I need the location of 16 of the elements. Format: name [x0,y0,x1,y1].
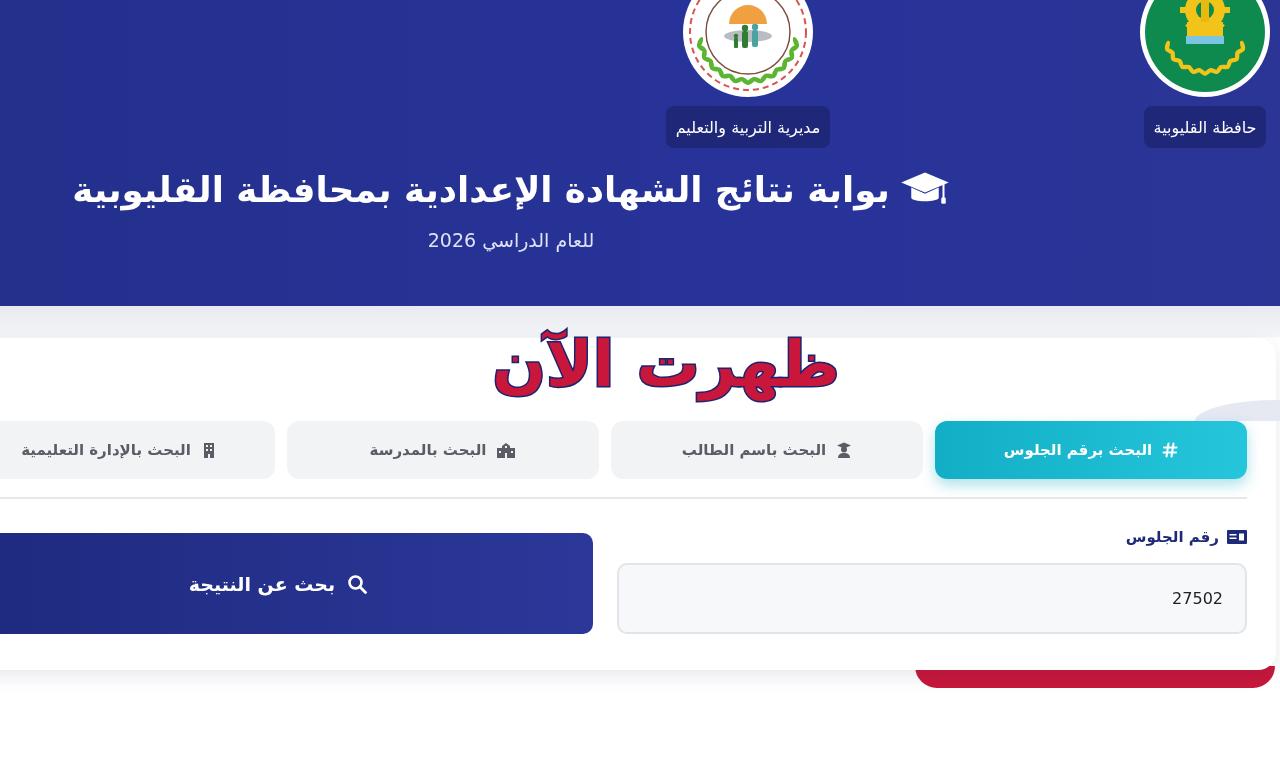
page-title: بوابة نتائج الشهادة الإعدادية بمحافظة القليوبية [72,168,890,213]
field-label: رقم الجلوس [1125,528,1219,546]
page-subtitle: للعام الدراسي 2026 [427,228,595,252]
school-icon [496,442,517,458]
search-result-button[interactable]: بحث عن النتيجة [0,533,593,634]
search-icon [347,573,368,594]
search-tab[interactable]: البحث باسم الطالب [611,421,923,479]
search-tab[interactable]: البحث بالمدرسة [287,421,599,479]
overlay-headline: ظهرت الآن [491,327,841,403]
seat-number-field[interactable]: 27502 [617,563,1247,634]
id-card-icon [1227,530,1247,544]
logo-caption: حافظة القليوبية [1143,106,1267,148]
student-icon [836,442,853,458]
hash-icon [1162,442,1179,458]
logo-caption: مديرية التربية والتعليم [665,106,831,148]
search-tab[interactable]: البحث بالإدارة التعليمية [0,421,275,479]
